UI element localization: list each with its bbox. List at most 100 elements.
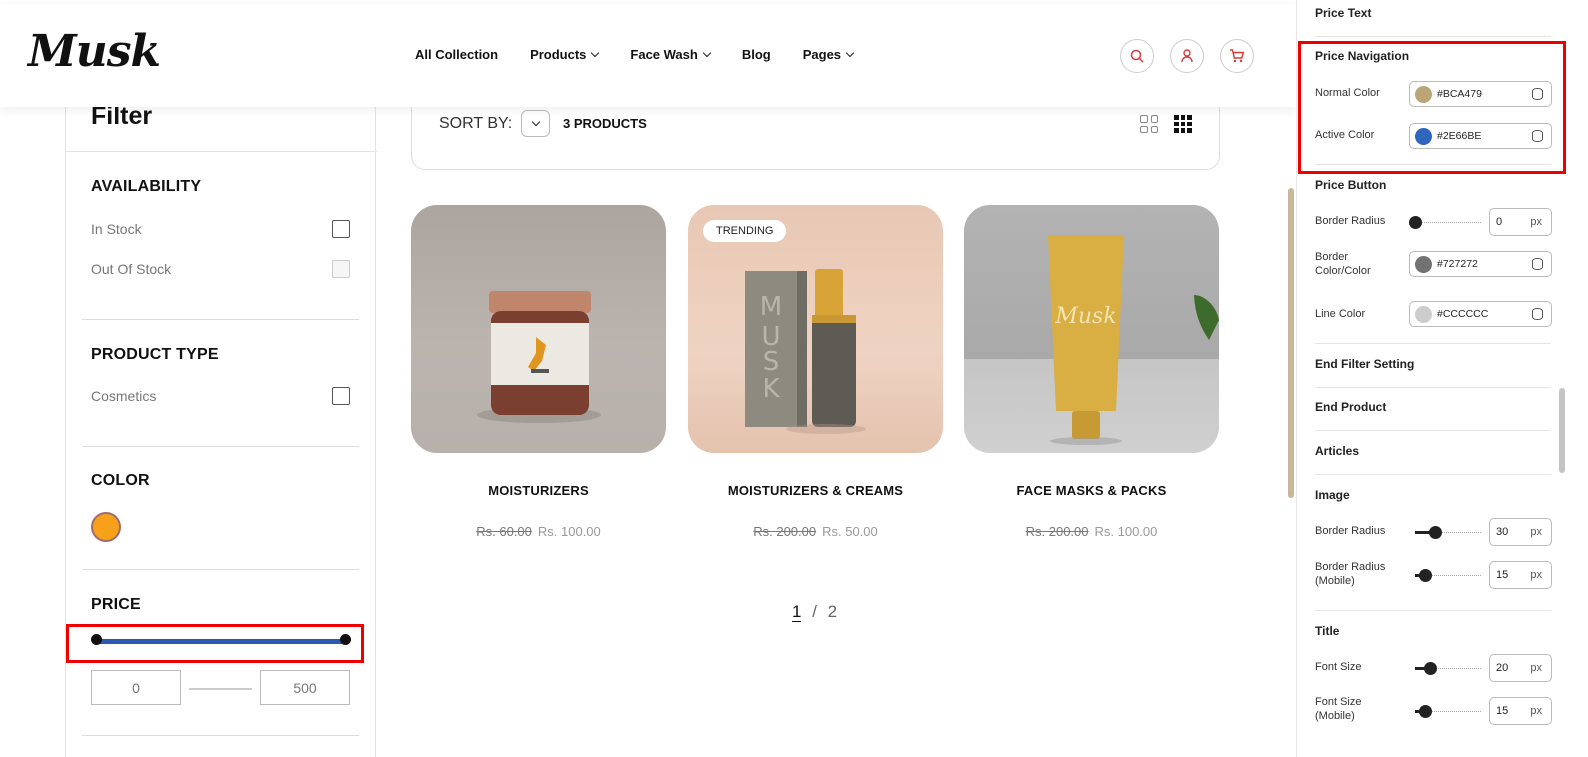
font-size-label: Font Size [1315, 661, 1362, 673]
checkbox-cosmetics[interactable] [332, 387, 350, 405]
color-value: #727272 [1437, 258, 1478, 270]
chevron-down-icon [531, 117, 540, 126]
border-color-field[interactable]: #727272 [1409, 251, 1552, 277]
bottle-product-illustration: M U S K [745, 269, 866, 434]
main-nav: All Collection Products Face Wash Blog P… [415, 47, 855, 62]
product-image-moisturizers-creams[interactable]: M U S K TRENDING [688, 205, 943, 453]
divider [82, 569, 359, 570]
page-current[interactable]: 1 [792, 602, 802, 622]
price-range-separator [189, 688, 252, 690]
price-text-heading[interactable]: Price Text [1315, 6, 1371, 20]
editor-scrollbar[interactable] [1559, 388, 1565, 473]
nav-item-pages[interactable]: Pages [803, 47, 855, 62]
unit-label: px [1530, 662, 1542, 674]
slider-handle[interactable] [1419, 705, 1432, 718]
jar-product-illustration [477, 291, 601, 423]
price-min-input[interactable]: 0 [91, 670, 181, 705]
divider [1315, 474, 1551, 475]
sort-select[interactable] [521, 110, 550, 137]
store-preview: Musk All Collection Products Face Wash B… [0, 0, 1296, 757]
checkbox-in-stock[interactable] [332, 220, 350, 238]
input-value: 15 [1496, 705, 1509, 717]
product-count: 3 PRODUCTS [563, 116, 647, 131]
color-swatch-orange[interactable] [91, 512, 121, 542]
user-icon [1181, 49, 1193, 63]
slider-handle[interactable] [1429, 526, 1442, 539]
checkbox-out-of-stock[interactable] [332, 260, 350, 278]
nav-label: All Collection [415, 47, 499, 62]
title-heading: Title [1315, 624, 1340, 638]
availability-heading: AVAILABILITY [91, 178, 202, 195]
nav-item-blog[interactable]: Blog [742, 47, 771, 62]
color-swatch[interactable] [1415, 255, 1432, 273]
image-heading: Image [1315, 488, 1350, 502]
svg-text:S: S [763, 347, 780, 377]
font-size-mobile-input[interactable]: 15 px [1489, 697, 1552, 725]
nav-label: Products [530, 47, 587, 62]
product-title[interactable]: FACE MASKS & PACKS [964, 483, 1219, 498]
sale-price: Rs. 50.00 [822, 524, 878, 539]
font-size-input[interactable]: 20 px [1489, 654, 1552, 682]
divider [66, 151, 377, 152]
cart-button[interactable] [1220, 39, 1254, 73]
price-max-input[interactable]: 500 [260, 670, 350, 705]
database-icon[interactable] [1532, 258, 1543, 270]
product-price: Rs. 60.00 Rs. 100.00 [411, 524, 666, 539]
preview-scrollbar[interactable] [1288, 188, 1294, 498]
slider-handle[interactable] [1409, 216, 1422, 229]
grid-3-view-icon[interactable] [1174, 115, 1192, 133]
color-heading: COLOR [91, 472, 150, 489]
svg-text:Musk: Musk [1054, 304, 1116, 329]
nav-item-products[interactable]: Products [530, 47, 600, 62]
image-border-radius-input[interactable]: 30 px [1489, 518, 1552, 546]
svg-text:M: M [760, 292, 782, 322]
tube-product-illustration: Musk [1048, 235, 1219, 445]
divider [82, 446, 359, 447]
product-title[interactable]: MOISTURIZERS [411, 483, 666, 498]
trending-badge: TRENDING [703, 220, 787, 242]
nav-item-face-wash[interactable]: Face Wash [630, 47, 712, 62]
divider [1315, 610, 1551, 611]
divider [1315, 430, 1551, 431]
divider [82, 319, 359, 320]
old-price: Rs. 60.00 [476, 524, 532, 539]
end-filter-setting-heading[interactable]: End Filter Setting [1315, 357, 1414, 371]
site-header: Musk All Collection Products Face Wash B… [0, 4, 1296, 107]
price-button-heading: Price Button [1315, 178, 1387, 192]
line-color-label: Line Color [1315, 308, 1366, 320]
color-swatch[interactable] [1415, 305, 1432, 323]
nav-item-all-collection[interactable]: All Collection [415, 47, 498, 62]
search-button[interactable] [1120, 39, 1154, 73]
slider-handle[interactable] [1419, 569, 1432, 582]
divider [82, 735, 359, 736]
old-price: Rs. 200.00 [1025, 524, 1089, 539]
articles-heading[interactable]: Articles [1315, 444, 1359, 458]
slider-track[interactable] [1415, 222, 1481, 223]
search-icon [1130, 49, 1144, 63]
unit-label: px [1530, 705, 1542, 717]
end-product-heading[interactable]: End Product [1315, 400, 1386, 414]
product-image-face-masks[interactable]: Musk [964, 205, 1219, 453]
account-button[interactable] [1170, 39, 1204, 73]
sort-label: SORT BY: [439, 115, 513, 132]
slider-handle[interactable] [1424, 662, 1437, 675]
site-logo[interactable]: Musk [28, 26, 161, 77]
image-border-radius-mobile-input[interactable]: 15 px [1489, 561, 1552, 589]
highlight-price-navigation [1298, 41, 1566, 174]
chevron-down-icon [845, 48, 855, 57]
unit-label: px [1530, 569, 1542, 581]
cart-icon [1230, 49, 1245, 63]
unit-label: px [1530, 526, 1542, 538]
grid-2-view-icon[interactable] [1140, 115, 1158, 133]
product-price: Rs. 200.00 Rs. 100.00 [964, 524, 1219, 539]
database-icon[interactable] [1532, 308, 1543, 320]
nav-label: Blog [741, 47, 771, 62]
page-total[interactable]: 2 [828, 602, 837, 621]
product-image-moisturizers[interactable] [411, 205, 666, 453]
product-title[interactable]: MOISTURIZERS & CREAMS [688, 483, 943, 498]
divider [1315, 343, 1551, 344]
border-radius-input[interactable]: 0 px [1489, 208, 1552, 236]
line-color-field[interactable]: #CCCCCC [1409, 301, 1552, 327]
image-border-radius-mobile-label: Border Radius (Mobile) [1315, 561, 1386, 587]
svg-text:K: K [762, 374, 780, 404]
